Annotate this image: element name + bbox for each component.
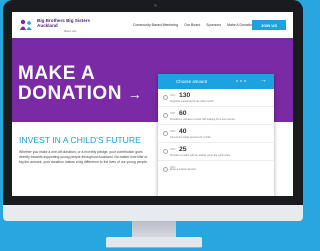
nav-item-community[interactable]: Community Based Mentoring <box>133 23 178 27</box>
radio-icon[interactable] <box>163 113 168 118</box>
site-header: Big Brothers Big Sisters Auckland Mates … <box>12 12 293 39</box>
monitor-base <box>106 237 202 247</box>
arrow-right-icon: → <box>127 86 143 102</box>
choose-amount-label: Choose amount <box>176 79 207 84</box>
join-us-button[interactable]: JOIN US <box>252 20 286 30</box>
nav-item-sponsors[interactable]: Sponsors <box>206 23 221 27</box>
donation-panel-header: Choose amount → <box>158 74 274 89</box>
donation-option-custom[interactable]: NZD Enter a custom amount <box>158 161 274 178</box>
logo-text[interactable]: Big Brothers Big Sisters Auckland <box>37 18 90 28</box>
main-nav: Community Based Mentoring Our Board Spon… <box>133 23 254 27</box>
hero-title: MAKE A DONATION → <box>18 63 143 104</box>
section-heading: INVEST IN A CHILD'S FUTURE <box>19 135 141 145</box>
monitor-frame: Big Brothers Big Sisters Auckland Mates … <box>3 0 303 205</box>
website-screen: Big Brothers Big Sisters Auckland Mates … <box>12 12 293 196</box>
monitor-chin <box>3 205 303 221</box>
radio-icon[interactable] <box>163 149 168 154</box>
next-arrow-icon[interactable]: → <box>260 77 267 84</box>
radio-icon[interactable] <box>163 167 168 172</box>
donation-option-25[interactable]: NZD 25 Provides a match with an activity… <box>158 143 274 161</box>
radio-icon[interactable] <box>163 131 168 136</box>
camera-icon <box>154 4 157 7</box>
donation-option-130[interactable]: NZD 130 Supports mentoring for an entire… <box>158 89 274 107</box>
radio-icon[interactable] <box>163 95 168 100</box>
nav-item-donation[interactable]: Make A Donation <box>227 23 253 27</box>
donation-option-40[interactable]: NZD 40 Covers the intake process for a c… <box>158 125 274 143</box>
donation-option-60[interactable]: NZD 60 Provides a volunteer mentor with … <box>158 107 274 125</box>
donation-panel: Choose amount → NZD 130 Supports mentori… <box>158 74 274 196</box>
monitor-stand <box>132 221 176 238</box>
logo-subtitle: Mates Hub <box>64 30 77 33</box>
nav-item-board[interactable]: Our Board <box>184 23 200 27</box>
section-body: Whether you make a one-off donation, or … <box>19 150 148 164</box>
logo-people-icon <box>20 19 32 30</box>
step-dots <box>236 80 246 82</box>
